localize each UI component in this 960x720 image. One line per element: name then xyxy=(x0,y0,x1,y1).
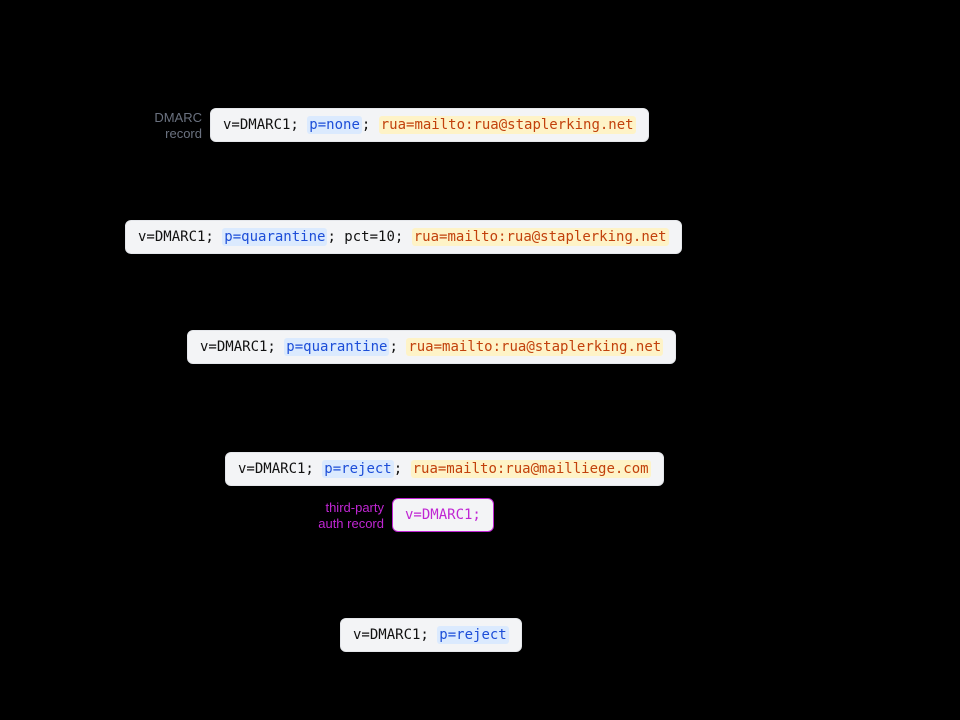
rec2-prefix: v=DMARC1; xyxy=(138,229,222,245)
rec3-mid: ; xyxy=(389,339,406,355)
dmarc-record-2: v=DMARC1; p=quarantine; pct=10; rua=mail… xyxy=(125,220,682,254)
dmarc-label-line2: record xyxy=(165,126,202,141)
third-party-auth-record: v=DMARC1; xyxy=(392,498,494,532)
rec2-mid: ; pct=10; xyxy=(327,229,411,245)
rec1-prefix: v=DMARC1; xyxy=(223,117,307,133)
rec5-raw: v=DMARC1; xyxy=(405,507,481,523)
rec6-prefix: v=DMARC1; xyxy=(353,627,437,643)
dmarc-record-label: DMARC record xyxy=(116,110,202,141)
rec4-rua: rua=mailto:rua@mailliege.com xyxy=(411,460,651,478)
rec6-policy: p=reject xyxy=(437,626,508,644)
rec1-rua: rua=mailto:rua@staplerking.net xyxy=(379,116,636,134)
dmarc-record-6: v=DMARC1; p=reject xyxy=(340,618,522,652)
rec3-policy: p=quarantine xyxy=(284,338,389,356)
third-label-line2: auth record xyxy=(318,516,384,531)
rec3-prefix: v=DMARC1; xyxy=(200,339,284,355)
rec1-policy: p=none xyxy=(307,116,362,134)
rec3-rua: rua=mailto:rua@staplerking.net xyxy=(406,338,663,356)
dmarc-record-1: v=DMARC1; p=none; rua=mailto:rua@stapler… xyxy=(210,108,649,142)
rec4-prefix: v=DMARC1; xyxy=(238,461,322,477)
rec2-rua: rua=mailto:rua@staplerking.net xyxy=(412,228,669,246)
dmarc-record-3: v=DMARC1; p=quarantine; rua=mailto:rua@s… xyxy=(187,330,676,364)
rec1-mid: ; xyxy=(362,117,379,133)
third-party-label: third-party auth record xyxy=(298,500,384,531)
rec2-policy: p=quarantine xyxy=(222,228,327,246)
diagram-stage: DMARC record v=DMARC1; p=none; rua=mailt… xyxy=(0,0,960,720)
dmarc-label-line1: DMARC xyxy=(154,110,202,125)
third-label-line1: third-party xyxy=(325,500,384,515)
dmarc-record-4: v=DMARC1; p=reject; rua=mailto:rua@maill… xyxy=(225,452,664,486)
rec4-policy: p=reject xyxy=(322,460,393,478)
rec4-mid: ; xyxy=(394,461,411,477)
